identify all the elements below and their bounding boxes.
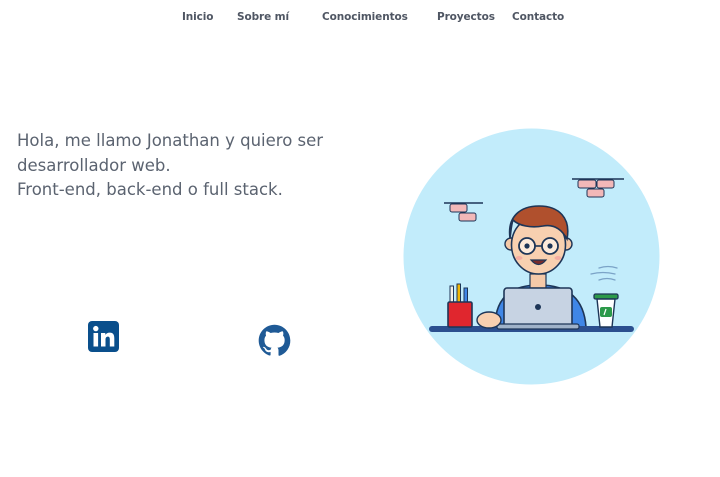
linkedin-link[interactable] [88, 321, 119, 352]
top-navigation: Inicio Sobre mí Conocimientos Proyectos … [0, 0, 720, 36]
intro-line-3: Front-end, back-end o full stack. [17, 180, 283, 199]
nav-link-conocimientos[interactable]: Conocimientos [322, 11, 408, 23]
intro-text: Hola, me llamo Jonathan y quiero ser des… [17, 129, 397, 203]
intro-line-2: desarrollador web. [17, 155, 171, 175]
nav-link-contacto[interactable]: Contacto [512, 11, 564, 23]
github-link[interactable] [258, 324, 291, 357]
nav-link-proyectos[interactable]: Proyectos [437, 11, 495, 23]
laptop [496, 287, 580, 330]
hand [476, 311, 502, 329]
nav-link-inicio[interactable]: Inicio [182, 11, 214, 23]
nav-link-sobre-mi[interactable]: Sobre mí [237, 11, 289, 23]
github-icon [258, 324, 291, 356]
page: Inicio Sobre mí Conocimientos Proyectos … [0, 0, 720, 477]
developer-illustration [403, 128, 660, 385]
linkedin-icon [88, 321, 119, 352]
intro-line-1: Hola, me llamo Jonathan y quiero ser [17, 131, 324, 150]
